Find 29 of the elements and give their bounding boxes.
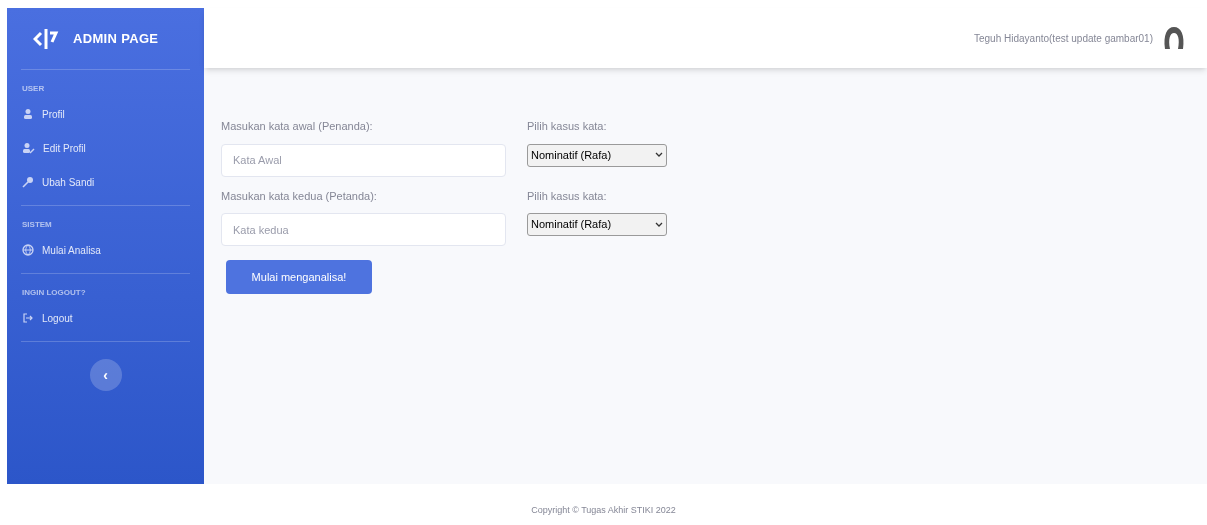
nav-link[interactable]: Edit Profil: [21, 131, 190, 165]
field-label: Masukan kata awal (Penanda):: [221, 119, 374, 134]
field-label: Pilih kasus kata:: [527, 119, 608, 134]
user-edit-icon: [22, 142, 35, 154]
analyze-button[interactable]: Mulai menganalisa!: [226, 260, 372, 294]
field-label: Pilih kasus kata:: [527, 188, 608, 204]
globe-icon: [22, 244, 34, 256]
case-dropdown[interactable]: Nominatif (Rafa): [527, 143, 667, 167]
user-icon: [22, 108, 34, 120]
logout-icon: [22, 312, 34, 324]
section-heading: INGIN LOGOUT?: [21, 287, 87, 299]
nav-link[interactable]: Ubah Sandi: [21, 165, 190, 199]
text-input-field[interactable]: Kata kedua: [221, 213, 506, 246]
key-icon: [22, 176, 34, 188]
nav-link[interactable]: Profil: [21, 97, 190, 131]
section-heading: USER: [21, 83, 46, 95]
sidebar-toggle-button[interactable]: ‹: [89, 359, 122, 391]
copyright-text: Copyright © Tugas Akhir STIKI 2022: [531, 503, 676, 517]
case-dropdown[interactable]: Nominatif (Rafa): [527, 213, 667, 236]
nav-link[interactable]: Mulai Analisa: [21, 233, 190, 267]
field-label: Masukan kata kedua (Petanda):: [221, 188, 378, 204]
chevron-down-icon: [655, 152, 663, 158]
user-name[interactable]: Teguh Hidayanto(test update gambar01): [974, 30, 1153, 46]
text-input-field[interactable]: Kata Awal: [221, 143, 506, 177]
chevron-down-icon: [655, 221, 663, 228]
code-logo-icon: [33, 27, 59, 50]
nav-link[interactable]: Logout: [21, 301, 190, 335]
brand-title[interactable]: ADMIN PAGE: [73, 28, 159, 49]
section-heading: SISTEM: [21, 219, 53, 231]
